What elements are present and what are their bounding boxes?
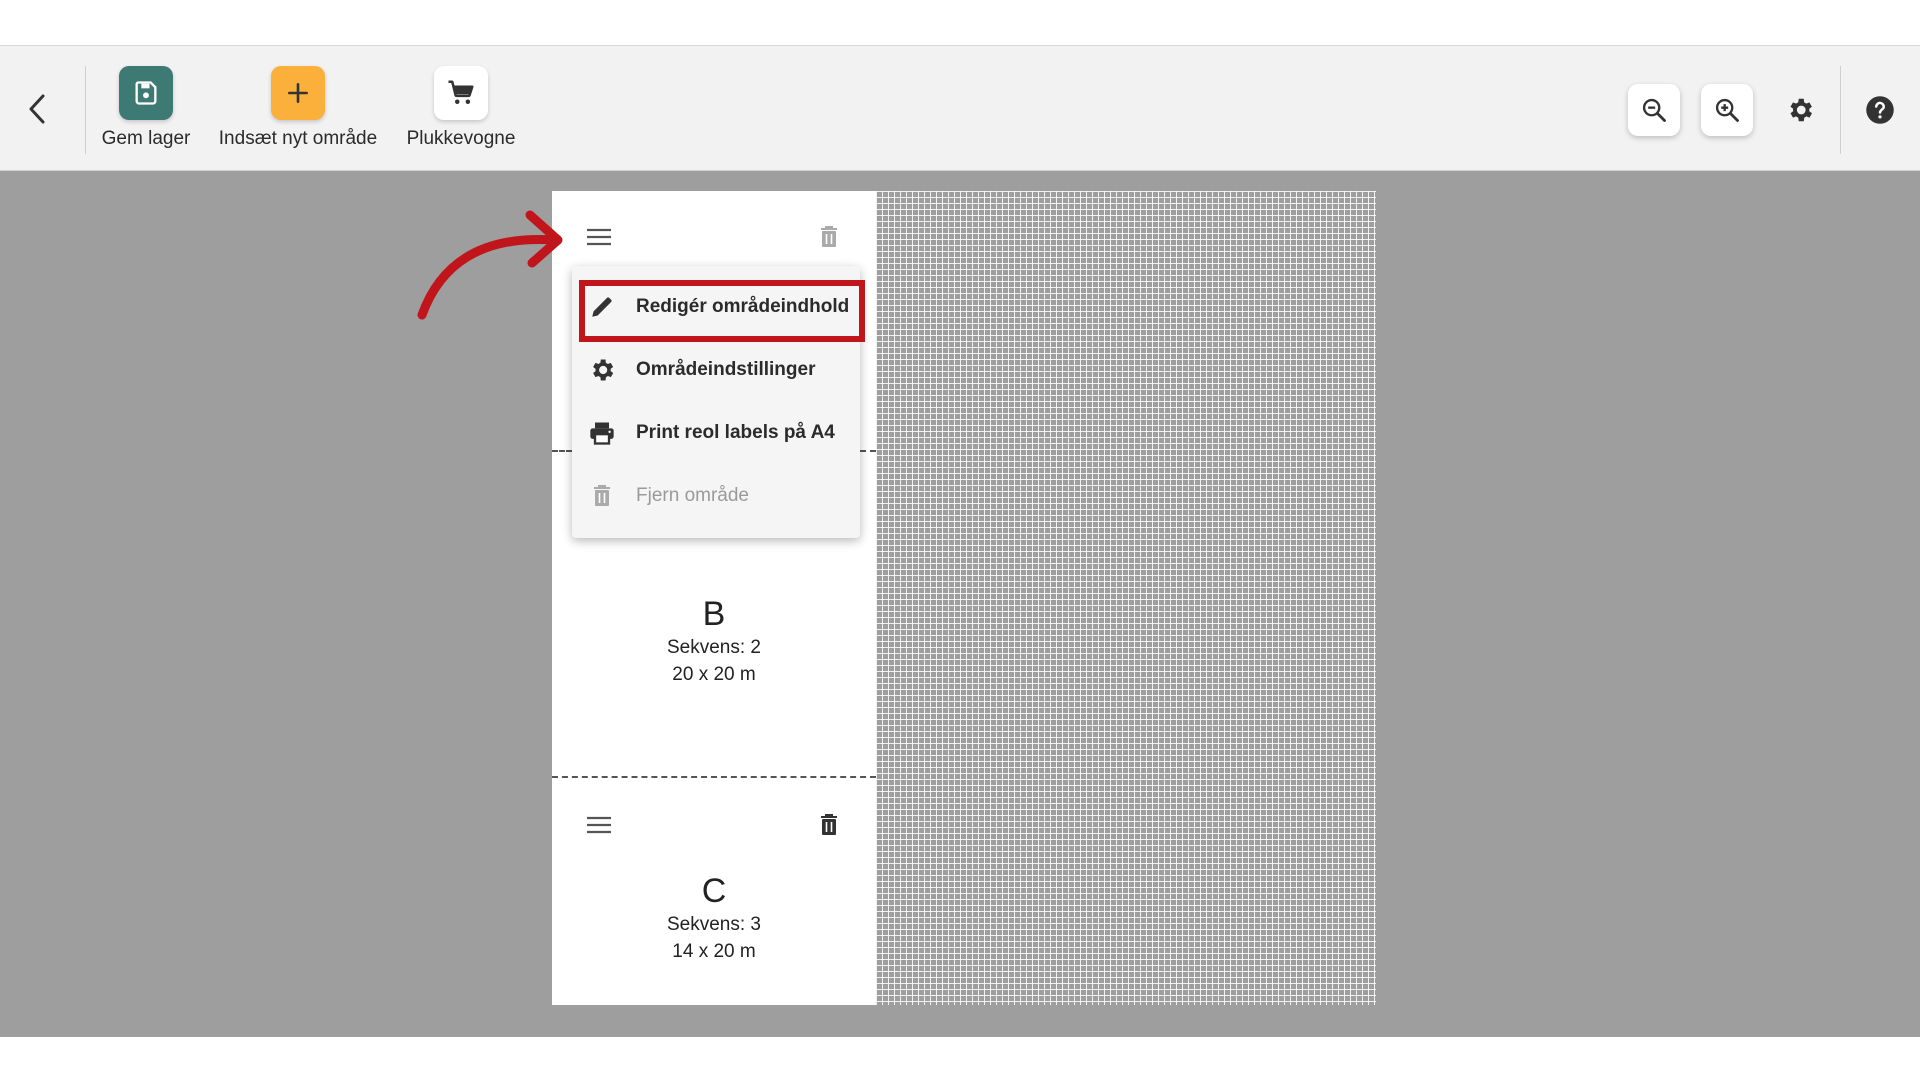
- chevron-left-icon: [29, 94, 45, 124]
- area-card-c[interactable]: C Sekvens: 3 14 x 20 m: [552, 871, 876, 965]
- area-card-b[interactable]: B Sekvens: 2 20 x 20 m: [552, 594, 876, 688]
- menu-item-print-labels[interactable]: Print reol labels på A4: [572, 407, 860, 459]
- warehouse-grid[interactable]: [876, 191, 1376, 1005]
- zoom-in-button[interactable]: [1701, 84, 1753, 136]
- insert-label: Indsæt nyt område: [218, 128, 378, 149]
- area-separator: [860, 450, 876, 452]
- toolbar: Gem lager Indsæt nyt område Plukkevogne: [0, 45, 1920, 171]
- save-layout-button[interactable]: Gem lager: [98, 66, 194, 150]
- menu-item-label: Fjern område: [636, 485, 749, 506]
- help-icon: [1866, 96, 1894, 124]
- pick-carts-button[interactable]: Plukkevogne: [400, 66, 522, 150]
- back-button[interactable]: [18, 86, 58, 132]
- area-name: B: [702, 595, 726, 633]
- hamburger-icon: [587, 816, 611, 834]
- highlight-box: [579, 280, 865, 342]
- carts-label: Plukkevogne: [406, 128, 516, 149]
- area-separator: [552, 450, 572, 452]
- trash-icon: [821, 814, 837, 835]
- toolbar-divider: [1840, 66, 1841, 154]
- toolbar-divider: [85, 66, 86, 154]
- menu-item-remove-area[interactable]: Fjern område: [572, 470, 860, 522]
- menu-item-label: Områdeindstillinger: [636, 359, 816, 380]
- hamburger-icon: [587, 228, 611, 246]
- save-label: Gem lager: [101, 128, 191, 149]
- zoom-out-icon: [1642, 98, 1666, 122]
- menu-item-area-settings[interactable]: Områdeindstillinger: [572, 344, 860, 396]
- area-separator: [552, 776, 876, 778]
- area-name: C: [701, 872, 727, 910]
- delete-area-button[interactable]: [814, 810, 844, 840]
- settings-button[interactable]: [1782, 92, 1818, 128]
- zoom-out-button[interactable]: [1628, 84, 1680, 136]
- save-icon: [119, 66, 173, 120]
- trash-icon: [821, 226, 837, 247]
- help-button[interactable]: [1862, 92, 1898, 128]
- plus-icon: [271, 66, 325, 120]
- zoom-in-icon: [1715, 98, 1739, 122]
- area-menu-button[interactable]: [584, 810, 614, 840]
- annotation-arrow-icon: [417, 210, 563, 320]
- delete-area-button[interactable]: [814, 222, 844, 252]
- area-menu-button[interactable]: [584, 222, 614, 252]
- area-sequence: Sekvens: 2: [667, 637, 761, 658]
- insert-area-button[interactable]: Indsæt nyt område: [210, 66, 386, 150]
- area-sequence: Sekvens: 3: [667, 914, 761, 935]
- printer-icon: [586, 417, 618, 449]
- trash-icon: [586, 480, 618, 512]
- area-size: 14 x 20 m: [672, 941, 756, 962]
- area-size: 20 x 20 m: [672, 664, 756, 685]
- gear-icon: [586, 354, 618, 386]
- gear-icon: [1790, 98, 1812, 122]
- menu-item-label: Print reol labels på A4: [636, 422, 835, 443]
- cart-icon: [434, 66, 488, 120]
